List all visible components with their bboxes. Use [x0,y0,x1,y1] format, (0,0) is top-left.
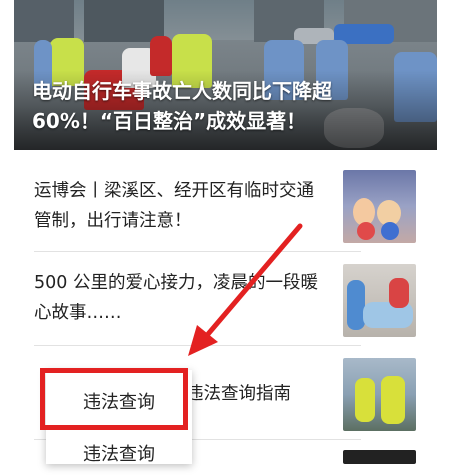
hero-title[interactable]: 电动自行车事故亡人数同比下降超60%！“百日整治”成效显著！ [32,76,422,136]
highlight-box [40,368,188,430]
menu-item-violation-query-2[interactable]: 违法查询 [46,430,192,476]
medical-rescue-image [343,264,416,337]
news-item[interactable]: 运博会丨梁溪区、经开区有临时交通管制，出行请注意！ [14,158,437,252]
news-title[interactable]: 运博会丨梁溪区、经开区有临时交通管制，出行请注意！ [34,176,330,236]
traffic-police-image [343,358,416,431]
news-item[interactable]: 500 公里的爱心接力，凌晨的一段暖心故事…… [14,252,437,346]
event-mascot-image [343,170,416,243]
news-title[interactable]: 违法查询指南 [186,379,326,409]
news-title[interactable]: 500 公里的爱心接力，凌晨的一段暖心故事…… [34,268,330,328]
hero-banner[interactable]: 电动自行车事故亡人数同比下降超60%！“百日整治”成效显著！ [14,0,437,150]
dark-thumbnail-image [343,450,416,464]
